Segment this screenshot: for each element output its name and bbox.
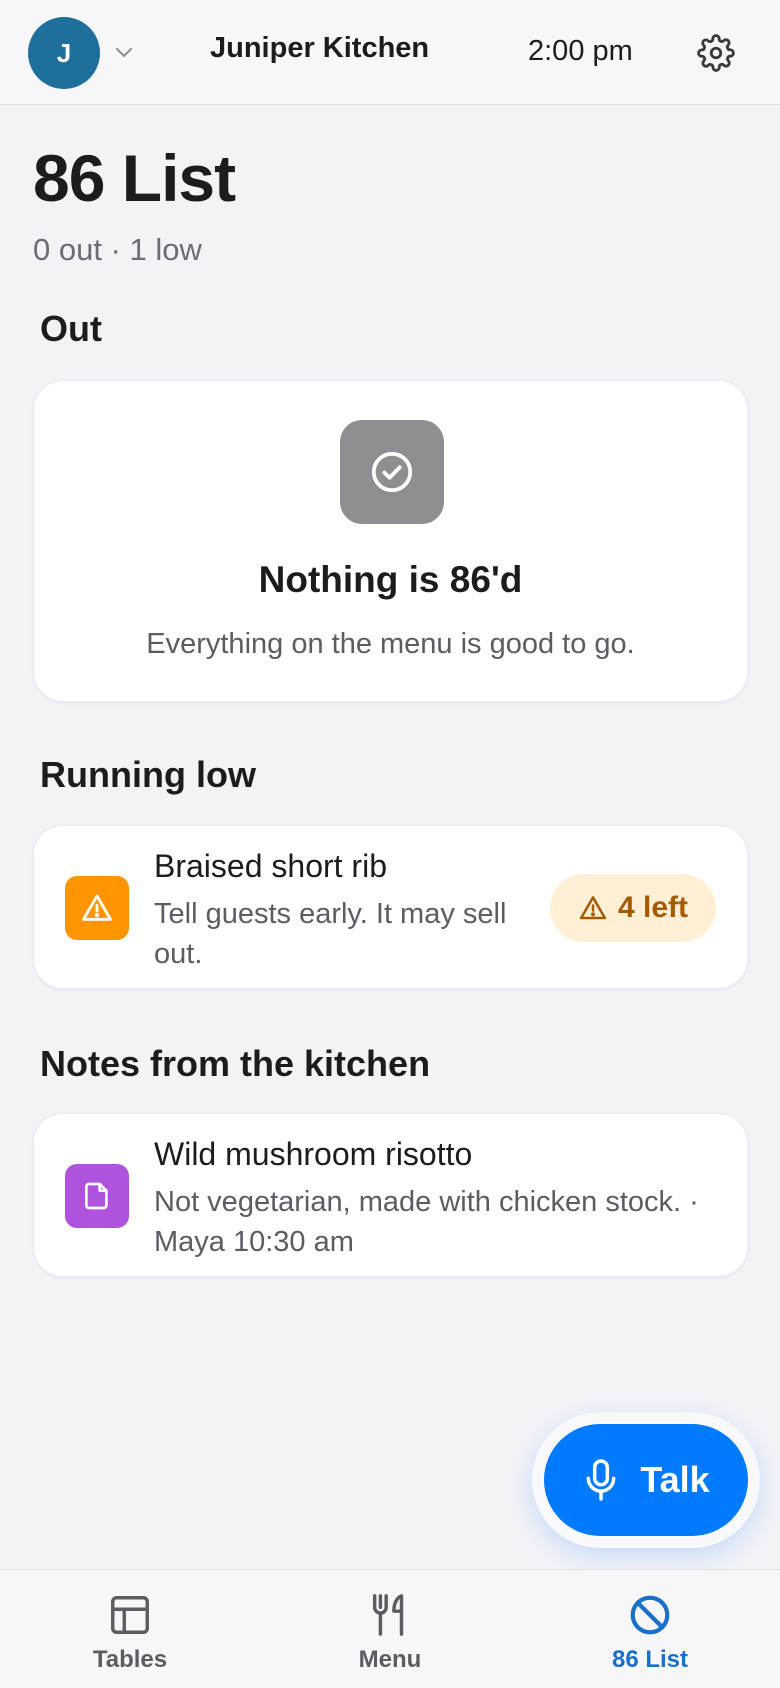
section-heading-running-low: Running low: [40, 754, 256, 795]
remaining-count-badge: 4 left: [550, 874, 716, 942]
restaurant-name: Juniper Kitchen: [210, 32, 430, 64]
app-header: J Juniper Kitchen 2:00 pm: [0, 0, 780, 105]
fork-knife-icon: [372, 1594, 404, 1636]
empty-state-badge: [340, 420, 444, 524]
note-badge: [65, 1164, 129, 1228]
warning-icon: [82, 894, 112, 921]
out-empty-state: Nothing is 86'd Everything on the menu i…: [33, 380, 748, 702]
page-title: 86 List: [33, 141, 236, 215]
low-item-description: Tell guests early. It may sell out.: [154, 898, 507, 970]
microphone-icon: [586, 1459, 616, 1501]
warning-icon: [579, 896, 607, 920]
low-item-name: Braised short rib: [154, 848, 387, 884]
note-item-name: Wild mushroom risotto: [154, 1136, 473, 1172]
warning-badge: [65, 876, 129, 940]
talk-label: Talk: [640, 1459, 710, 1500]
section-heading-notes: Notes from the kitchen: [40, 1043, 431, 1084]
bottom-tab-bar: Tables Menu 86 List: [0, 1569, 780, 1688]
tab-menu[interactable]: Menu: [260, 1570, 520, 1688]
low-item-card[interactable]: Braised short rib Tell guests early. It …: [33, 825, 748, 989]
remaining-count: 4 left: [617, 891, 689, 924]
page-summary: 0 out · 1 low: [33, 232, 202, 267]
table-icon: [111, 1596, 149, 1634]
tab-label-86-list: 86 List: [611, 1646, 689, 1673]
clock: 2:00 pm: [528, 35, 633, 67]
tab-86-list[interactable]: 86 List: [520, 1570, 780, 1688]
document-icon: [85, 1182, 108, 1210]
tab-label-tables: Tables: [92, 1646, 168, 1673]
section-heading-out: Out: [40, 308, 102, 349]
tab-label-menu: Menu: [358, 1646, 422, 1673]
note-card[interactable]: Wild mushroom risotto Not vegetarian, ma…: [33, 1113, 748, 1277]
gear-icon: [697, 34, 735, 72]
avatar-initial: J: [56, 37, 72, 68]
account-avatar[interactable]: J: [28, 17, 100, 89]
empty-state-title: Nothing is 86'd: [258, 559, 523, 600]
chevron-down-icon[interactable]: [112, 40, 136, 64]
talk-button[interactable]: Talk: [544, 1424, 748, 1536]
settings-button[interactable]: [693, 30, 739, 76]
empty-state-description: Everything on the menu is good to go.: [146, 628, 635, 660]
check-circle-icon: [371, 451, 413, 493]
prohibited-icon: [630, 1595, 670, 1635]
tab-tables[interactable]: Tables: [0, 1570, 260, 1688]
note-text: Not vegetarian, made with chicken stock.…: [154, 1186, 699, 1258]
